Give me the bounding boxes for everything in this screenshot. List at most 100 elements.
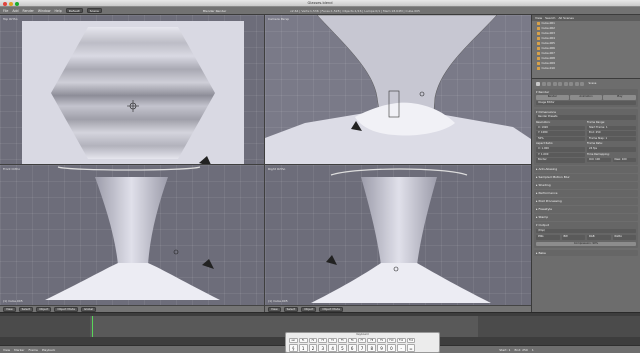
dimensions-panel-header[interactable]: Dimensions — [536, 110, 636, 115]
mode-select[interactable]: Object Mode — [54, 306, 79, 312]
current-frame-field[interactable]: 1 — [532, 348, 534, 352]
viewport-camera[interactable]: Camera Persp — [265, 15, 531, 164]
render-presets-select[interactable]: Render Presets — [536, 115, 636, 120]
world-tab-icon[interactable] — [547, 82, 551, 86]
viewport-right[interactable]: Right Ortho (1) Cube.005 View Select Obj… — [265, 165, 531, 312]
key-5[interactable]: 5 — [337, 343, 347, 352]
frame-step-field[interactable]: Frame Step: 1 — [587, 136, 636, 141]
timeline-frame-menu[interactable]: Frame — [29, 348, 38, 352]
orientation-select[interactable]: Global — [81, 306, 96, 312]
key-f7[interactable]: F7 — [357, 338, 367, 343]
timeline-view-menu[interactable]: View — [3, 348, 10, 352]
scene-tab-icon[interactable] — [541, 82, 546, 86]
output-path-field[interactable]: /tmp/ — [536, 228, 636, 233]
menu-render[interactable]: Render — [23, 9, 34, 13]
menu-add[interactable]: Add — [12, 9, 18, 13]
resolution-percent-field[interactable]: 50% — [536, 136, 585, 141]
key-6[interactable]: 6 — [347, 343, 357, 352]
render-tab-icon[interactable] — [536, 82, 540, 86]
outliner-search[interactable]: Search — [545, 16, 555, 20]
antialiasing-header[interactable]: Anti-Aliasing — [536, 167, 636, 172]
time-new-field[interactable]: New: 100 — [612, 157, 636, 162]
mode-select[interactable]: Object Mode — [319, 306, 344, 312]
key-equals[interactable]: = — [406, 343, 416, 352]
timeline-start-field[interactable]: Start: 1 — [499, 348, 510, 352]
key-f1[interactable]: F1 — [298, 338, 308, 343]
key-f11[interactable]: F11 — [396, 338, 406, 343]
color-rgba-toggle[interactable]: RGBA — [612, 235, 636, 240]
select-menu[interactable]: Select — [283, 306, 299, 312]
viewport-front[interactable]: Front Ortho (1) Cube.005 View Select Obj… — [0, 165, 264, 312]
key-f6[interactable]: F6 — [347, 338, 357, 343]
time-old-field[interactable]: Old: 100 — [587, 157, 611, 162]
post-processing-header[interactable]: Post Processing — [536, 199, 636, 204]
select-menu[interactable]: Select — [18, 306, 34, 312]
key-2[interactable]: 2 — [308, 343, 318, 352]
key-3[interactable]: 3 — [318, 343, 328, 352]
constraints-tab-icon[interactable] — [558, 82, 562, 86]
key-f5[interactable]: F5 — [337, 338, 347, 343]
key-minus[interactable]: - — [396, 343, 406, 352]
output-panel-header[interactable]: Output — [536, 223, 636, 228]
color-bw-toggle[interactable]: BW — [561, 235, 585, 240]
key-esc[interactable]: esc — [289, 338, 298, 343]
color-rgb-toggle[interactable]: RGB — [587, 235, 611, 240]
play-button[interactable]: Play — [603, 95, 637, 100]
key-f8[interactable]: F8 — [367, 338, 377, 343]
outliner-scope-select[interactable]: All Scenes — [558, 16, 573, 20]
key-f2[interactable]: F2 — [308, 338, 318, 343]
scene-select[interactable]: Scene — [86, 8, 102, 13]
render-engine-select[interactable]: Blender Render — [203, 9, 226, 13]
view-menu[interactable]: View — [3, 306, 16, 312]
compression-slider[interactable]: Compression: 90% — [536, 241, 636, 246]
texture-tab-icon[interactable] — [580, 82, 584, 86]
menu-file[interactable]: File — [3, 9, 8, 13]
key-7[interactable]: 7 — [357, 343, 367, 352]
resolution-x-field[interactable]: X: 1920 — [536, 125, 585, 130]
timeline-playback-menu[interactable]: Playback — [42, 348, 55, 352]
viewport-top[interactable]: Top Ortho — [0, 15, 264, 164]
key-section[interactable]: § — [289, 343, 298, 352]
timeline-marker-menu[interactable]: Marker — [14, 348, 24, 352]
timeline-playhead[interactable] — [92, 316, 93, 337]
key-f3[interactable]: F3 — [318, 338, 328, 343]
display-select[interactable]: Image Editor — [536, 100, 636, 105]
aspect-x-field[interactable]: X: 1.000 — [536, 147, 585, 152]
border-checkbox[interactable]: Border — [536, 158, 585, 163]
outliner-view-menu[interactable]: View — [535, 16, 542, 20]
menu-window[interactable]: Window — [38, 9, 51, 13]
animation-button[interactable]: Animation — [569, 95, 603, 100]
fps-select[interactable]: 24 fps — [587, 147, 636, 152]
performance-header[interactable]: Performance — [536, 191, 636, 196]
motion-blur-header[interactable]: Sampled Motion Blur — [536, 175, 636, 180]
data-tab-icon[interactable] — [569, 82, 573, 86]
screen-layout-select[interactable]: Default — [65, 8, 83, 13]
key-f12[interactable]: F12 — [406, 338, 416, 343]
stamp-header[interactable]: Stamp — [536, 215, 636, 220]
key-1[interactable]: 1 — [298, 343, 308, 352]
menu-help[interactable]: Help — [54, 9, 61, 13]
file-format-select[interactable]: PNG — [536, 235, 560, 240]
key-f4[interactable]: F4 — [328, 338, 337, 343]
object-menu[interactable]: Object — [301, 306, 317, 312]
key-8[interactable]: 8 — [367, 343, 377, 352]
bake-header[interactable]: Bake — [536, 251, 636, 256]
timeline-end-field[interactable]: End: 250 — [514, 348, 527, 352]
shading-header[interactable]: Shading — [536, 183, 636, 188]
key-f10[interactable]: F10 — [386, 338, 396, 343]
view-menu[interactable]: View — [268, 306, 281, 312]
outliner-item[interactable]: Cube.010 — [532, 66, 640, 71]
modifiers-tab-icon[interactable] — [563, 82, 568, 86]
resolution-y-field[interactable]: Y: 1080 — [536, 131, 585, 136]
key-4[interactable]: 4 — [328, 343, 337, 352]
object-menu[interactable]: Object — [36, 306, 52, 312]
start-frame-field[interactable]: Start Frame: 1 — [587, 125, 636, 130]
key-f9[interactable]: F9 — [377, 338, 386, 343]
render-panel-header[interactable]: Render — [536, 90, 636, 95]
freestyle-header[interactable]: Freestyle — [536, 207, 636, 212]
key-0[interactable]: 0 — [386, 343, 396, 352]
end-frame-field[interactable]: End: 250 — [587, 131, 636, 136]
key-9[interactable]: 9 — [377, 343, 386, 352]
material-tab-icon[interactable] — [574, 82, 579, 86]
aspect-y-field[interactable]: Y: 1.000 — [536, 152, 585, 157]
